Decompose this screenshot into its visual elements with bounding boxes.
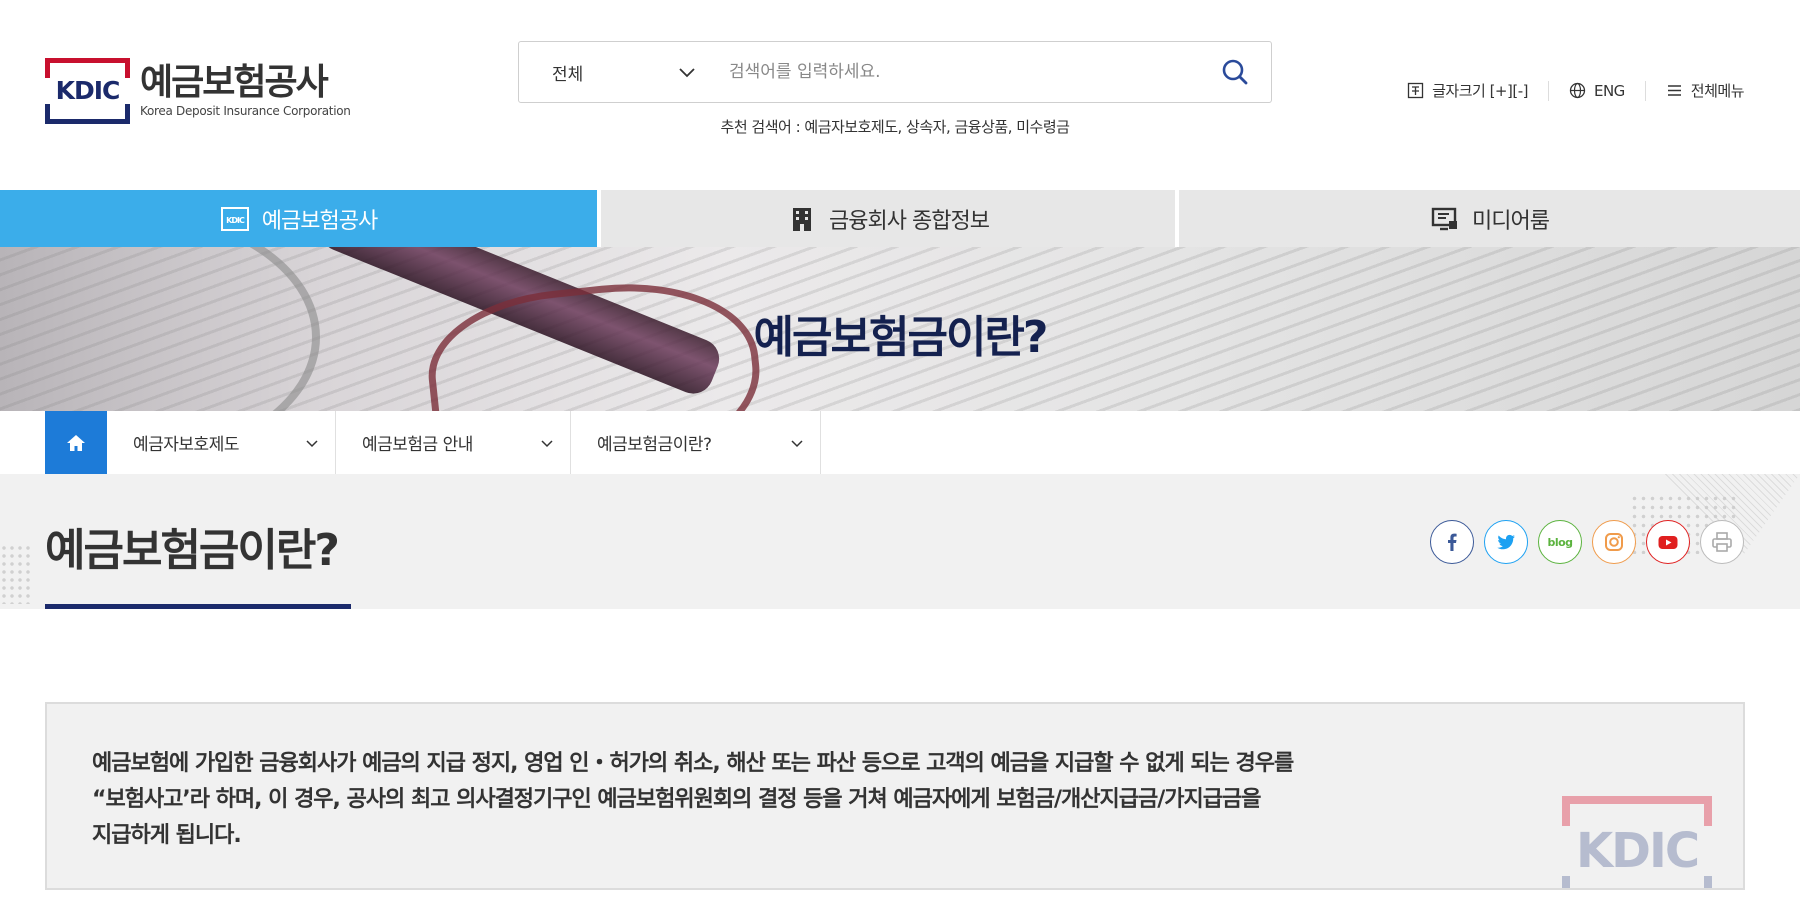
instagram-share-button[interactable]	[1592, 520, 1636, 564]
search-scope-select[interactable]: 전체	[519, 42, 709, 102]
tab-media-room[interactable]: 미디어룸	[1175, 190, 1800, 247]
chevron-down-icon	[679, 68, 695, 78]
recommended-label: 추천 검색어 :	[720, 118, 805, 136]
main-nav: KDIC 예금보험공사 금융회사 종합정보 미디어룸	[0, 190, 1800, 247]
hero-banner: 예금보험금이란?	[0, 247, 1800, 411]
info-box: 예금보험에 가입한 금융회사가 예금의 지급 정지, 영업 인・허가의 취소, …	[45, 702, 1745, 890]
search-button[interactable]	[1199, 42, 1271, 102]
site-logo[interactable]: KDIC 예금보험공사 Korea Deposit Insurance Corp…	[45, 58, 351, 124]
print-button[interactable]	[1700, 520, 1744, 564]
kdic-logo-mark: KDIC	[45, 58, 130, 124]
media-icon	[1431, 207, 1458, 230]
page-title: 예금보험금이란?	[45, 525, 340, 576]
breadcrumb-item[interactable]: 예금보험금 안내	[336, 411, 571, 474]
youtube-share-button[interactable]	[1646, 520, 1690, 564]
recommended-keyword[interactable]: 금융상품	[955, 118, 1009, 136]
kdic-logo-icon: KDIC	[220, 206, 249, 231]
recommended-keyword[interactable]: 미수령금	[1016, 118, 1070, 136]
font-size-control[interactable]: 글자크기 [+][-]	[1387, 80, 1548, 101]
utility-menu: 글자크기 [+][-] ENG 전체메뉴	[1387, 80, 1745, 101]
tab-financial-info[interactable]: 금융회사 종합정보	[597, 190, 1175, 247]
search-input[interactable]	[709, 42, 1199, 102]
globe-icon	[1569, 82, 1586, 99]
breadcrumb-home-button[interactable]	[45, 411, 107, 474]
info-text: 예금보험에 가입한 금융회사가 예금의 지급 정지, 영업 인・허가의 취소, …	[92, 751, 1294, 848]
logo-name-en: Korea Deposit Insurance Corporation	[140, 104, 351, 118]
kdic-watermark: KDIC	[1562, 796, 1712, 888]
blog-share-button[interactable]: blog	[1538, 520, 1582, 564]
twitter-icon	[1497, 534, 1515, 550]
twitter-share-button[interactable]	[1484, 520, 1528, 564]
search-box: 전체	[518, 41, 1272, 103]
tab-kdic[interactable]: KDIC 예금보험공사	[0, 190, 597, 247]
page-title-band: 예금보험금이란? blog	[0, 474, 1800, 609]
chevron-down-icon	[541, 439, 553, 447]
chevron-down-icon	[791, 439, 803, 447]
breadcrumb: 예금자보호제도 예금보험금 안내 예금보험금이란?	[45, 411, 821, 474]
language-eng-link[interactable]: ENG	[1549, 82, 1645, 100]
all-menu-button[interactable]: 전체메뉴	[1646, 80, 1745, 101]
recommended-keyword[interactable]: 예금자보호제도	[804, 118, 898, 136]
page-title-underline	[45, 604, 351, 609]
hamburger-icon	[1667, 85, 1681, 96]
facebook-icon	[1448, 533, 1457, 551]
hero-title: 예금보험금이란?	[753, 312, 1049, 363]
instagram-icon	[1605, 533, 1623, 551]
home-icon	[67, 434, 85, 451]
logo-name-kr: 예금보험공사	[140, 62, 329, 103]
chevron-down-icon	[306, 439, 318, 447]
search-scope-label: 전체	[552, 64, 584, 85]
breadcrumb-item[interactable]: 예금보험금이란?	[571, 411, 821, 474]
youtube-icon	[1658, 536, 1678, 549]
breadcrumb-item[interactable]: 예금자보호제도	[107, 411, 336, 474]
recommended-keyword[interactable]: 상속자	[906, 118, 946, 136]
font-size-icon	[1407, 82, 1424, 99]
print-icon	[1712, 532, 1732, 552]
site-header: KDIC 예금보험공사 Korea Deposit Insurance Corp…	[0, 0, 1800, 190]
building-icon	[793, 207, 812, 231]
blog-icon: blog	[1547, 535, 1573, 549]
sns-share-bar: blog	[1420, 520, 1744, 564]
svg-text:KDIC: KDIC	[226, 216, 245, 225]
recommended-keywords: 추천 검색어 : 예금자보호제도, 상속자, 금융상품, 미수령금	[720, 118, 1070, 136]
facebook-share-button[interactable]	[1430, 520, 1474, 564]
search-icon	[1222, 59, 1248, 85]
